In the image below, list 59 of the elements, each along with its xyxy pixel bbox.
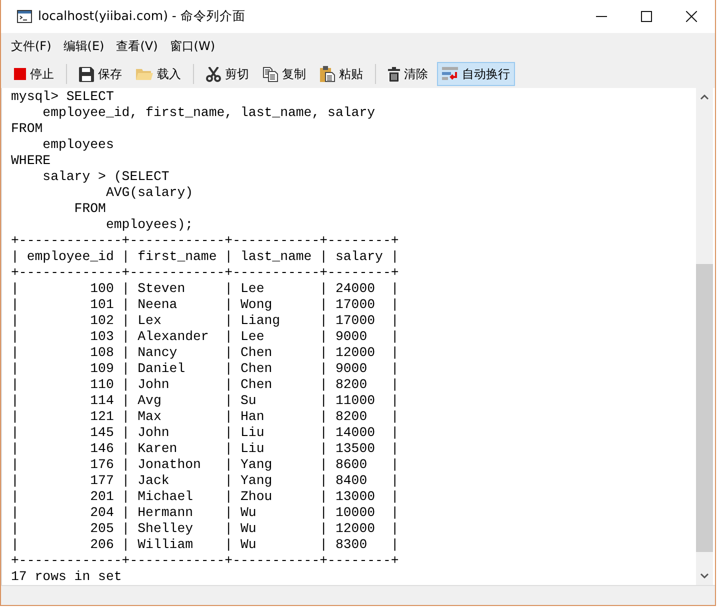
folder-icon (136, 68, 153, 80)
console-line: | employee_id | first_name | last_name | salary | (11, 249, 399, 265)
console-line: | 108 | Nancy | Chen | 12000 | (11, 345, 399, 361)
copy-icon (263, 66, 278, 82)
wrap-button[interactable]: 自动换行 (437, 62, 515, 86)
console-line: employees); (104, 217, 194, 233)
window-title: localhost(yiibai.com) - 命令列介面 (38, 8, 246, 25)
trash-icon (388, 66, 400, 82)
console-line: AVG(salary) (104, 185, 194, 201)
clipboard-icon (320, 66, 335, 82)
console-line: FROM (11, 121, 43, 137)
scissors-icon (206, 66, 221, 82)
console-line: | 114 | Avg | Su | 11000 | (11, 393, 399, 409)
scrollbar[interactable] (696, 88, 713, 585)
stop-button[interactable]: 停止 (9, 62, 59, 86)
console-line: | 146 | Karen | Liu | 13500 | (11, 441, 399, 457)
scrollbar-thumb[interactable] (696, 264, 713, 552)
console-line: | 205 | Shelley | Wu | 12000 | (11, 521, 399, 537)
console-line: | 176 | Jonathon | Yang | 8600 | (11, 457, 399, 473)
clear-button[interactable]: 清除 (383, 62, 433, 86)
console-line: | 204 | Hermann | Wu | 10000 | (11, 505, 399, 521)
console-line: +-------------+------------+-----------+--------+ (11, 233, 399, 249)
menu-item[interactable]: 查看(V) (114, 38, 160, 55)
cut-button[interactable]: 剪切 (201, 62, 254, 86)
paste-button[interactable]: 粘贴 (315, 62, 368, 86)
console-line: employees (42, 137, 114, 153)
console-line: | 177 | Jack | Yang | 8400 | (11, 473, 399, 489)
console-line: | 101 | Neena | Wong | 17000 | (11, 297, 399, 313)
console-line: | 145 | John | Liu | 14000 | (11, 425, 399, 441)
maximize-icon[interactable] (641, 11, 652, 22)
console-line: +-------------+------------+-----------+--------+ (11, 553, 399, 569)
open-button[interactable]: 载入 (131, 62, 186, 86)
close-icon[interactable] (686, 11, 697, 22)
console-icon (17, 10, 32, 23)
console-line: employee_id, first_name, last_name, salary (42, 105, 376, 121)
save-button[interactable]: 保存 (74, 62, 127, 86)
console-line: | 121 | Max | Han | 8200 | (11, 409, 399, 425)
console-line: mysql> SELECT (11, 89, 114, 105)
console-line: +-------------+------------+-----------+--------+ (11, 265, 399, 281)
save-icon (79, 66, 94, 82)
console-line: | 103 | Alexander | Lee | 9000 | (11, 329, 399, 345)
scroll-down-icon[interactable] (700, 573, 709, 579)
console-line: 17 rows in set (11, 569, 122, 585)
stop-icon (14, 68, 26, 80)
copy-button[interactable]: 复制 (258, 62, 311, 86)
console-line: salary > (SELECT (42, 169, 170, 185)
scroll-up-icon[interactable] (700, 94, 709, 100)
console-line: | 206 | William | Wu | 8300 | (11, 537, 399, 553)
console-line: | 201 | Michael | Zhou | 13000 | (11, 489, 399, 505)
menu-item[interactable]: 编辑(E) (61, 38, 106, 55)
menu-item[interactable]: 窗口(W) (168, 38, 218, 55)
console-line: FROM (73, 201, 106, 217)
console-line: | 102 | Lex | Liang | 17000 | (11, 313, 399, 329)
console-line: | 109 | Daniel | Chen | 9000 | (11, 361, 399, 377)
word-wrap-icon (442, 67, 458, 81)
console-line: | 100 | Steven | Lee | 24000 | (11, 281, 399, 297)
console-line: WHERE (11, 153, 51, 169)
menu-item[interactable]: 文件(F) (9, 38, 54, 55)
console-line: | 110 | John | Chen | 8200 | (11, 377, 399, 393)
